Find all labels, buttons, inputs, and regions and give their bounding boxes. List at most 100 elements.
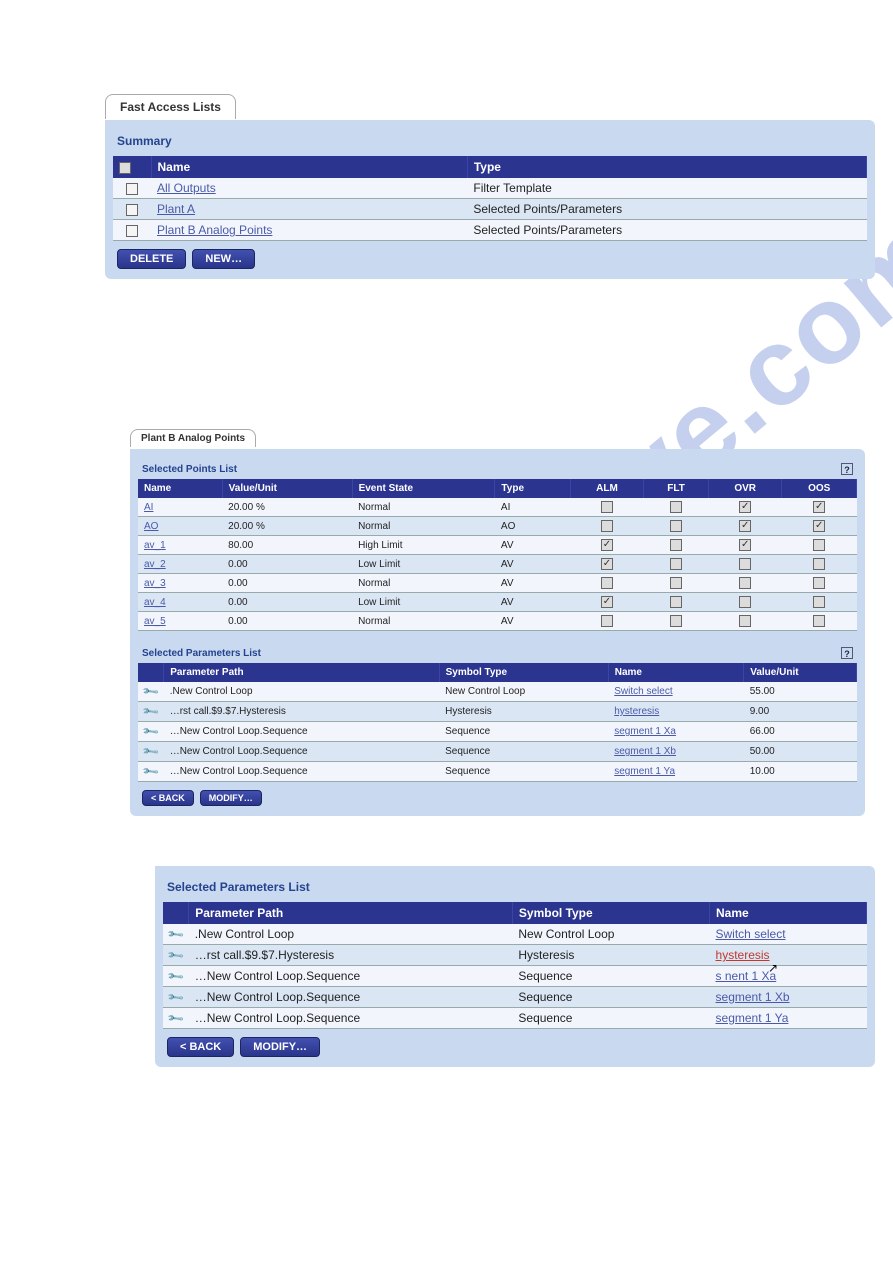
state-cell: Low Limit	[352, 593, 495, 612]
summary-table: Name Type All OutputsFilter TemplatePlan…	[113, 156, 867, 241]
point-link[interactable]: av_5	[144, 616, 166, 627]
wrench-icon[interactable]: 🔧	[166, 946, 185, 965]
point-link[interactable]: av_3	[144, 578, 166, 589]
help-icon[interactable]: ?	[841, 463, 853, 475]
status-checkbox[interactable]	[813, 615, 825, 627]
btn-label: NEW…	[205, 253, 242, 265]
status-checkbox[interactable]	[739, 501, 751, 513]
plant-b-panel: Plant B Analog Points Selected Points Li…	[130, 449, 865, 816]
symbol-cell: Sequence	[439, 722, 608, 742]
name-link[interactable]: All Outputs	[157, 181, 216, 195]
path-cell: …rst call.$9.$7.Hysteresis	[189, 945, 513, 966]
table-row: av_40.00Low LimitAV	[138, 593, 857, 612]
wrench-icon[interactable]: 🔧	[166, 1009, 185, 1028]
col-symbol: Symbol Type	[512, 902, 709, 924]
status-checkbox[interactable]	[813, 558, 825, 570]
param-link[interactable]: Switch select	[614, 686, 672, 697]
new-button[interactable]: NEW…	[192, 249, 255, 269]
back-button[interactable]: < BACK	[167, 1037, 234, 1057]
param-link[interactable]: segment 1 Xb	[614, 746, 676, 757]
status-checkbox[interactable]	[813, 501, 825, 513]
status-checkbox[interactable]	[739, 520, 751, 532]
symbol-cell: Hysteresis	[439, 702, 608, 722]
tab-plant-b[interactable]: Plant B Analog Points	[130, 429, 256, 447]
col-alm: ALM	[570, 479, 643, 498]
wrench-icon[interactable]: 🔧	[141, 702, 160, 721]
status-checkbox[interactable]	[601, 577, 613, 589]
col-type: Type	[467, 156, 866, 178]
status-checkbox[interactable]	[601, 558, 613, 570]
status-checkbox[interactable]	[670, 501, 682, 513]
select-all-checkbox[interactable]	[119, 162, 131, 174]
modify-button[interactable]: MODIFY…	[240, 1037, 320, 1057]
col-path: Parameter Path	[164, 663, 439, 682]
status-checkbox[interactable]	[739, 558, 751, 570]
row-checkbox[interactable]	[126, 183, 138, 195]
table-row: av_30.00NormalAV	[138, 574, 857, 593]
status-checkbox[interactable]	[670, 615, 682, 627]
state-cell: Normal	[352, 517, 495, 536]
param-link[interactable]: segment 1 Ya	[614, 766, 675, 777]
status-checkbox[interactable]	[739, 577, 751, 589]
table-row: 🔧…New Control Loop.SequenceSequencesegme…	[163, 1008, 867, 1029]
point-link[interactable]: av_1	[144, 540, 166, 551]
status-checkbox[interactable]	[601, 615, 613, 627]
status-checkbox[interactable]	[739, 539, 751, 551]
status-checkbox[interactable]	[601, 596, 613, 608]
point-link[interactable]: av_2	[144, 559, 166, 570]
name-link[interactable]: Plant B Analog Points	[157, 223, 272, 237]
table-row: Plant A Selected Points/Parameters	[113, 199, 867, 220]
status-checkbox[interactable]	[670, 520, 682, 532]
status-checkbox[interactable]	[813, 577, 825, 589]
status-checkbox[interactable]	[670, 577, 682, 589]
param-link[interactable]: segment 1 Xa	[614, 726, 676, 737]
param-link[interactable]: hysteresis	[614, 706, 659, 717]
param-link[interactable]: segment 1 Xb	[716, 990, 790, 1004]
col-symbol: Symbol Type	[439, 663, 608, 682]
wrench-icon[interactable]: 🔧	[166, 967, 185, 986]
type-cell: AO	[495, 517, 570, 536]
status-checkbox[interactable]	[739, 596, 751, 608]
col-name: Name	[710, 902, 867, 924]
help-icon[interactable]: ?	[841, 647, 853, 659]
row-checkbox[interactable]	[126, 204, 138, 216]
status-checkbox[interactable]	[670, 596, 682, 608]
param-link[interactable]: hysteresis	[716, 948, 770, 962]
col-oos: OOS	[782, 479, 857, 498]
params-zoom-panel: Selected Parameters List Parameter Path …	[155, 866, 875, 1067]
param-link[interactable]: segment 1 Ya	[716, 1011, 789, 1025]
table-row: 🔧…New Control Loop.SequenceSequencesegme…	[138, 742, 857, 762]
point-link[interactable]: AO	[144, 521, 158, 532]
path-cell: …New Control Loop.Sequence	[164, 742, 439, 762]
status-checkbox[interactable]	[739, 615, 751, 627]
delete-button[interactable]: DELETE	[117, 249, 186, 269]
status-checkbox[interactable]	[601, 501, 613, 513]
type-cell: Selected Points/Parameters	[467, 199, 866, 220]
wrench-icon[interactable]: 🔧	[141, 742, 160, 761]
col-pname: Name	[608, 663, 743, 682]
name-link[interactable]: Plant A	[157, 202, 195, 216]
status-checkbox[interactable]	[670, 539, 682, 551]
point-link[interactable]: av_4	[144, 597, 166, 608]
status-checkbox[interactable]	[670, 558, 682, 570]
tab-fast-access-lists[interactable]: Fast Access Lists	[105, 94, 236, 119]
btn-label: < BACK	[180, 1041, 221, 1053]
symbol-cell: New Control Loop	[439, 682, 608, 702]
type-cell: Selected Points/Parameters	[467, 220, 866, 241]
status-checkbox[interactable]	[601, 539, 613, 551]
status-checkbox[interactable]	[601, 520, 613, 532]
modify-button[interactable]: MODIFY…	[200, 790, 262, 806]
wrench-icon[interactable]: 🔧	[166, 925, 185, 944]
status-checkbox[interactable]	[813, 539, 825, 551]
back-button[interactable]: < BACK	[142, 790, 194, 806]
wrench-icon[interactable]: 🔧	[166, 988, 185, 1007]
wrench-icon[interactable]: 🔧	[141, 762, 160, 781]
param-link[interactable]: Switch select	[716, 927, 786, 941]
status-checkbox[interactable]	[813, 520, 825, 532]
params-table-large: Parameter Path Symbol Type Name 🔧.New Co…	[163, 902, 867, 1029]
wrench-icon[interactable]: 🔧	[141, 722, 160, 741]
status-checkbox[interactable]	[813, 596, 825, 608]
point-link[interactable]: AI	[144, 502, 153, 513]
wrench-icon[interactable]: 🔧	[141, 682, 160, 701]
row-checkbox[interactable]	[126, 225, 138, 237]
